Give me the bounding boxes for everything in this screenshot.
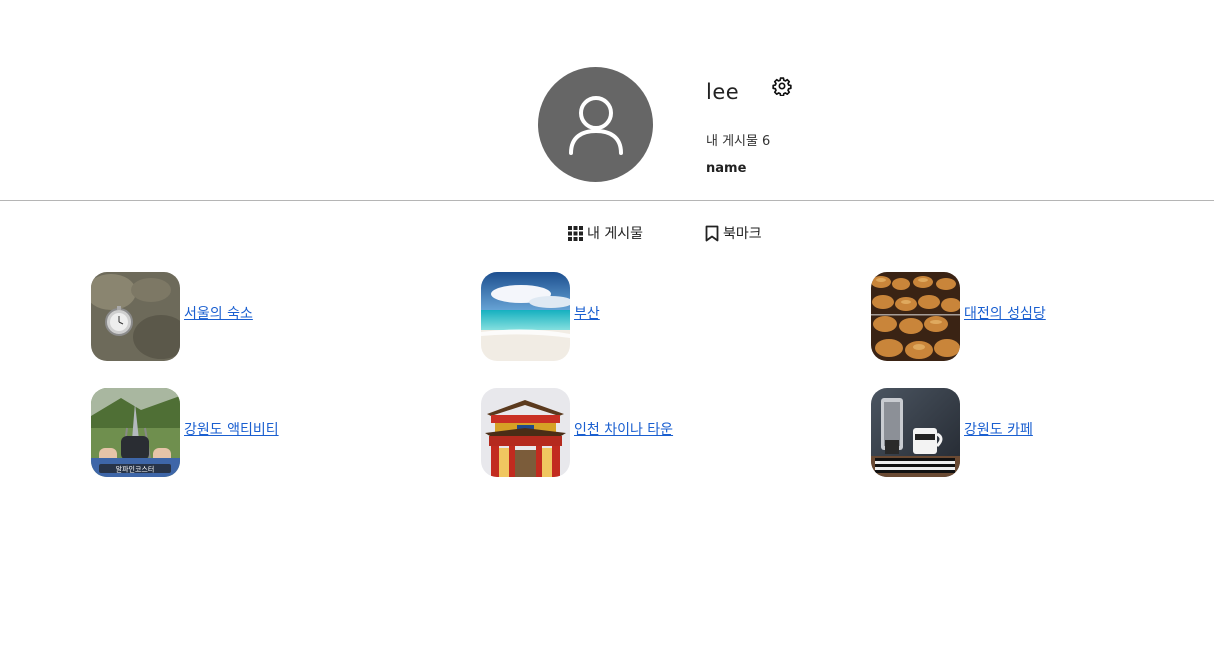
post-title-link[interactable]: 대전의 성심당 bbox=[964, 303, 1046, 323]
gear-icon bbox=[772, 77, 792, 97]
chinatown-gate-image bbox=[481, 388, 570, 477]
post-title-link[interactable]: 서울의 숙소 bbox=[184, 303, 253, 323]
post-item[interactable]: 부산 bbox=[481, 272, 600, 361]
display-name: name bbox=[706, 161, 747, 176]
post-thumbnail[interactable] bbox=[871, 272, 960, 361]
cafe-coffee-image bbox=[871, 388, 960, 477]
post-thumbnail[interactable] bbox=[481, 388, 570, 477]
tab-bookmark[interactable]: 북마크 bbox=[705, 221, 762, 245]
settings-button[interactable] bbox=[772, 76, 792, 97]
pocket-watch-image bbox=[91, 272, 180, 361]
post-thumbnail[interactable] bbox=[481, 272, 570, 361]
post-count-label: 내 게시물 bbox=[706, 134, 758, 149]
tab-my-posts-label: 내 게시물 bbox=[587, 226, 643, 242]
post-item[interactable]: 강원도 카페 bbox=[871, 388, 1033, 477]
post-title-link[interactable]: 강원도 액티비티 bbox=[184, 419, 279, 439]
profile-header: lee 내 게시물 6 name bbox=[0, 0, 1214, 200]
svg-text:알파인코스터: 알파인코스터 bbox=[116, 465, 155, 474]
user-silhouette-icon bbox=[568, 95, 623, 155]
username: lee bbox=[706, 80, 740, 104]
tab-my-posts[interactable]: 내 게시물 bbox=[568, 221, 643, 245]
post-thumbnail[interactable] bbox=[91, 272, 180, 361]
post-item[interactable]: 인천 차이나 타운 bbox=[481, 388, 673, 477]
post-count-value: 6 bbox=[761, 134, 771, 149]
post-count: 내 게시물 6 bbox=[706, 130, 770, 149]
bakery-image bbox=[871, 272, 960, 361]
post-title-link[interactable]: 인천 차이나 타운 bbox=[574, 419, 673, 439]
post-thumbnail[interactable] bbox=[871, 388, 960, 477]
post-item[interactable]: 서울의 숙소 bbox=[91, 272, 253, 361]
beach-image bbox=[481, 272, 570, 361]
post-thumbnail[interactable]: 알파인코스터 bbox=[91, 388, 180, 477]
bookmark-icon bbox=[705, 225, 719, 241]
grid-icon bbox=[568, 225, 583, 241]
profile-page: lee 내 게시물 6 name 내 게시물 북마크 서울의 숙소 부산 대전의… bbox=[0, 0, 1214, 669]
post-item[interactable]: 알파인코스터 강원도 액티비티 bbox=[91, 388, 279, 477]
divider bbox=[0, 200, 1214, 201]
alpine-coaster-image: 알파인코스터 bbox=[91, 388, 180, 477]
avatar bbox=[538, 67, 653, 182]
post-item[interactable]: 대전의 성심당 bbox=[871, 272, 1046, 361]
post-title-link[interactable]: 강원도 카페 bbox=[964, 419, 1033, 439]
post-title-link[interactable]: 부산 bbox=[574, 303, 600, 323]
tab-bookmark-label: 북마크 bbox=[723, 226, 762, 242]
